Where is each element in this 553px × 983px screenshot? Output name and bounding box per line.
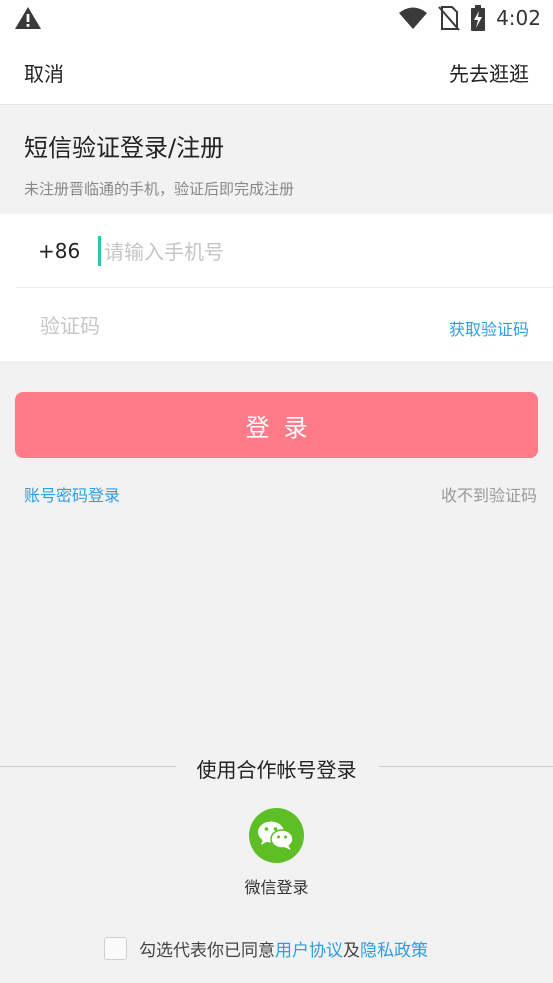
agreement-checkbox[interactable] <box>104 936 127 960</box>
no-sim-icon <box>438 6 460 31</box>
agreement-row: 勾选代表你已同意 用户协议 及 隐私政策 <box>104 935 428 961</box>
no-code-link[interactable]: 收不到验证码 <box>441 482 537 506</box>
warning-icon <box>15 7 41 29</box>
country-code[interactable]: +86 <box>38 239 80 263</box>
user-agreement-link[interactable]: 用户协议 <box>275 936 343 961</box>
page-title: 短信验证登录/注册 <box>24 134 225 162</box>
verification-code-input[interactable] <box>38 308 342 344</box>
password-login-link[interactable]: 账号密码登录 <box>24 482 120 506</box>
get-code-button[interactable]: 获取验证码 <box>449 316 529 340</box>
wechat-login-label: 微信登录 <box>244 878 309 897</box>
phone-input[interactable] <box>102 234 506 270</box>
page-subtitle: 未注册晋临通的手机，验证后即完成注册 <box>24 180 295 198</box>
code-row: 获取验证码 <box>16 288 553 361</box>
cancel-button[interactable]: 取消 <box>24 58 64 87</box>
agreement-and: 及 <box>343 940 360 961</box>
wifi-icon <box>399 7 428 29</box>
browse-first-button[interactable]: 先去逛逛 <box>449 58 529 87</box>
status-icons: 4:02 <box>398 4 541 32</box>
clock: 4:02 <box>496 6 541 30</box>
agreement-prefix: 勾选代表你已同意 <box>139 940 275 961</box>
partner-login-title: 使用合作帐号登录 <box>196 758 357 782</box>
status-bar: 4:02 <box>0 0 553 36</box>
text-cursor <box>98 236 101 266</box>
top-bar: 取消 先去逛逛 <box>0 36 553 105</box>
login-button[interactable]: 登录 <box>15 392 538 458</box>
battery-charging-icon <box>471 5 486 31</box>
phone-row: +86 <box>16 214 553 288</box>
wechat-logo <box>258 821 294 850</box>
privacy-policy-link[interactable]: 隐私政策 <box>360 936 428 961</box>
wechat-icon[interactable] <box>249 808 304 863</box>
sms-login-form: +86 获取验证码 <box>0 214 553 361</box>
